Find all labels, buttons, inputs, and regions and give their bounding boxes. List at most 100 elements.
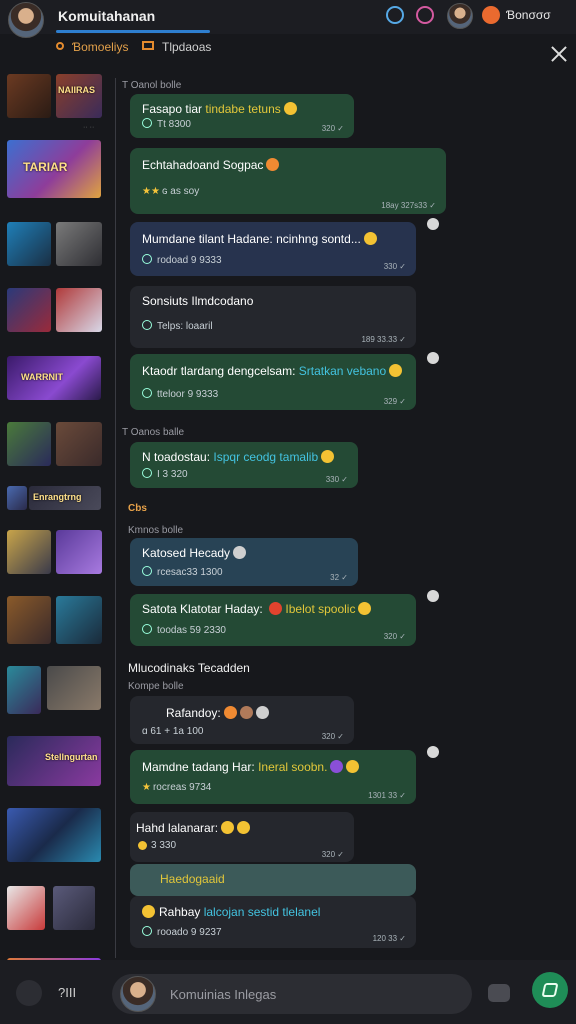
message-subtext: toodas 59 2330 — [157, 625, 226, 636]
message-subtext: rooado 9 9237 — [157, 927, 222, 938]
message-text: N toadostau: — [142, 450, 214, 464]
thumbnail[interactable]: WARRNIT — [7, 356, 101, 400]
thumbnail[interactable] — [56, 288, 102, 332]
send-button[interactable] — [532, 972, 568, 1008]
thumbnail-caption: Stellngurtan — [45, 752, 98, 762]
reaction-icon[interactable] — [427, 352, 439, 364]
section-header: Cbs — [128, 503, 147, 514]
message-bubble[interactable]: Sonsiuts Ilmdcodano Telps: loaaril 189 3… — [130, 286, 416, 348]
thumbnail[interactable] — [7, 530, 51, 574]
reaction-icon[interactable] — [427, 590, 439, 602]
emoji-icon — [233, 546, 247, 559]
section-header: T Oanos balle — [122, 427, 185, 438]
section-header: Kompe bolle — [128, 681, 184, 692]
thumbnail[interactable] — [7, 486, 27, 510]
message-bubble[interactable]: Mumdane tilant Hadane: ncinhng sontd... … — [130, 222, 416, 276]
message-bubble[interactable]: Fasapo tiar tindabe tetuns Tt 8300 320 ✓ — [130, 94, 354, 138]
thumbnail-caption: TARIAR — [23, 160, 68, 174]
tab-icon-2 — [142, 41, 154, 50]
section-header: T Oanol bolle — [122, 80, 182, 91]
search-icon[interactable] — [386, 6, 404, 24]
thumbnail-caption: Enrangtrng — [33, 492, 82, 502]
message-time: 1301 33 ✓ — [368, 791, 406, 800]
message-bubble[interactable]: Hahd lalanarar: 3 330 320 ✓ — [130, 812, 354, 862]
thumbnail[interactable] — [7, 74, 51, 118]
thumbnail[interactable] — [56, 530, 102, 574]
attach-icon[interactable] — [16, 980, 42, 1006]
tab-first[interactable]: Ɓomoeliys — [72, 40, 128, 54]
message-highlight: Srtatkan vebano — [298, 364, 387, 378]
emoji-icon — [266, 158, 280, 171]
record-icon[interactable] — [416, 6, 434, 24]
message-text: Rafandoy: — [166, 706, 221, 720]
message-time: 320 ✓ — [383, 632, 406, 641]
message-bubble[interactable]: N toadostau: Ispqr ceodg tamalib I 3 320… — [130, 442, 358, 488]
message-bubble[interactable]: Rafandoy: ɑ 61 + 1a 100 320 ✓ — [130, 696, 354, 744]
message-subtext: Telps: loaaril — [157, 321, 213, 332]
thumbnail[interactable] — [47, 666, 101, 710]
status-icon — [142, 624, 152, 634]
thumbnail[interactable]: TARIAR — [7, 140, 101, 198]
top-bar: Komuitahanan Ɓonσσσ — [0, 0, 576, 38]
message-input[interactable] — [112, 974, 472, 1014]
message-subtext: tteloor 9 9333 — [157, 389, 219, 400]
message-subtext: rcesac33 1300 — [157, 567, 223, 578]
thumbnail[interactable] — [7, 666, 41, 714]
close-icon[interactable] — [549, 44, 569, 64]
media-sidebar: NAIIRAS ·· ·· TARIAR WARRNIT Enrangtrng … — [0, 68, 112, 974]
message-subtext: Tt 8300 — [157, 119, 191, 130]
thumbnail[interactable] — [7, 596, 51, 644]
tab-icon-1 — [56, 42, 64, 50]
contact-avatar[interactable] — [447, 3, 473, 29]
composer-left-label[interactable]: ?III — [58, 985, 76, 1000]
message-bubble[interactable]: Katosed Hecady rcesac33 1300 32 ✓ — [130, 538, 358, 586]
message-bubble[interactable]: Echtahadoand Sogpac ★★ ɢ as soy 18ay 327s… — [130, 148, 446, 214]
fire-icon[interactable] — [482, 6, 500, 24]
reaction-icon[interactable] — [427, 218, 439, 230]
message-time: 32 ✓ — [330, 573, 348, 582]
message-bubble[interactable]: Rahbay lalcojan sestid tlelanel rooado 9… — [130, 896, 416, 948]
tab-second[interactable]: Tlpdaoas — [162, 40, 211, 54]
profile-avatar[interactable] — [8, 2, 44, 38]
thumbnail[interactable] — [56, 422, 102, 466]
thumbnail[interactable] — [7, 886, 45, 930]
status-icon — [142, 926, 152, 936]
send-icon — [541, 983, 559, 997]
sticker-icon[interactable] — [488, 984, 510, 1002]
thumbnail[interactable] — [56, 222, 102, 266]
star-icon: ★★ — [142, 186, 160, 197]
thumbnail[interactable] — [7, 222, 51, 266]
thumbnail[interactable]: Stellngurtan — [7, 736, 101, 786]
thumbnail[interactable] — [53, 886, 95, 930]
thumbnail[interactable] — [7, 288, 51, 332]
star-icon: ★ — [142, 782, 151, 793]
emoji-icon — [269, 602, 283, 615]
emoji-icon — [389, 364, 403, 377]
message-highlight: Ineral soobn. — [258, 760, 328, 774]
emoji-icon — [221, 821, 235, 834]
message-bubble[interactable]: Satota Klatotar Haday: Ibelot spoolic to… — [130, 594, 416, 646]
thumbnail-meta: ·· ·· — [83, 124, 95, 131]
emoji-icon — [346, 760, 360, 773]
thumbnail[interactable]: NAIIRAS — [56, 74, 102, 118]
message-time: 18ay 327s33 ✓ — [381, 201, 436, 210]
message-time: 330 ✓ — [325, 475, 348, 484]
thumbnail[interactable] — [56, 596, 102, 644]
section-header: Kmnos bolle — [128, 525, 184, 536]
message-bubble[interactable]: Ktaodr tlardang dengcelsam: Srtatkan veb… — [130, 354, 416, 410]
quoted-message[interactable]: Haedogaaid — [130, 864, 416, 896]
thumbnail[interactable] — [7, 808, 101, 862]
message-text: Mumdane tilant Hadane: — [142, 232, 277, 246]
thumbnail[interactable]: Enrangtrng — [29, 486, 101, 510]
message-text: Ktaodr tlardang dengcelsam: — [142, 364, 299, 378]
message-time: 189 33.33 ✓ — [361, 335, 406, 344]
active-tab-indicator — [56, 30, 210, 33]
message-bubble[interactable]: Mamdne tadang Har: Ineral soobn. ★ rocrea… — [130, 750, 416, 804]
message-time: 330 ✓ — [383, 262, 406, 271]
thumbnail-caption: WARRNIT — [21, 372, 63, 382]
thumbnail[interactable] — [7, 422, 51, 466]
status-icon — [142, 254, 152, 264]
message-highlight: lalcojan sestid tlelanel — [203, 905, 321, 919]
message-time: 320 ✓ — [321, 732, 344, 741]
reaction-icon[interactable] — [427, 746, 439, 758]
